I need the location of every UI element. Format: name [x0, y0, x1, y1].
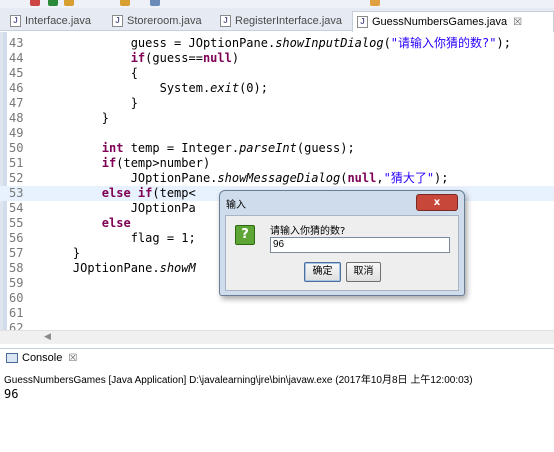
line-number: 57 [9, 246, 24, 260]
toolbar-icon[interactable] [120, 0, 130, 6]
console-output[interactable]: 96 [4, 387, 18, 401]
toolbar-icon[interactable] [48, 0, 58, 6]
console-tab-label: Console [22, 352, 63, 364]
code-line: 61 [0, 306, 554, 321]
input-dialog: 输入 x ? 请输入你猜的数? 96 确定 取消 [219, 190, 465, 296]
java-file-icon: J [112, 15, 123, 27]
code-line: 44 if(guess==null) [9, 51, 240, 65]
line-number: 47 [9, 96, 24, 110]
line-number: 48 [9, 111, 24, 125]
toolbar-icon[interactable] [30, 0, 40, 6]
line-number: 55 [9, 216, 24, 230]
line-number: 61 [9, 306, 24, 320]
console-status: GuessNumbersGames [Java Application] D:\… [4, 375, 473, 386]
toolbar [0, 0, 554, 8]
question-icon: ? [235, 225, 255, 245]
cancel-button[interactable]: 取消 [346, 262, 381, 282]
dialog-title: 输入 [226, 200, 246, 211]
console-icon [6, 353, 18, 363]
toolbar-icon[interactable] [370, 0, 380, 6]
line-number: 54 [9, 201, 24, 215]
line-number: 43 [9, 36, 24, 50]
line-number: 56 [9, 231, 24, 245]
dialog-input-field[interactable]: 96 [270, 237, 450, 253]
code-line: 62 [0, 321, 554, 330]
close-tab-icon[interactable]: ☒ [68, 353, 77, 364]
code-line: 50 int temp = Integer.parseInt(guess); [9, 141, 355, 155]
dialog-body: ? 请输入你猜的数? 96 确定 取消 [225, 215, 459, 291]
tab-storeroom-java[interactable]: J Storeroom.java [108, 11, 202, 31]
ok-button[interactable]: 确定 [304, 262, 341, 282]
horizontal-scrollbar[interactable]: ◀ [0, 330, 554, 344]
line-number: 49 [9, 126, 24, 140]
code-line: 49 [0, 126, 554, 141]
java-file-icon: J [357, 16, 368, 28]
code-line: 46 System.exit(0); [9, 81, 268, 95]
tab-label: Interface.java [25, 15, 92, 27]
line-number: 62 [9, 321, 24, 330]
tab-console[interactable]: Console ☒ [6, 352, 77, 364]
line-number: 60 [9, 291, 24, 305]
editor-tab-bar: J Interface.java J Storeroom.java J Regi… [0, 8, 554, 32]
code-line: 43 guess = JOptionPane.showInputDialog("… [9, 36, 511, 50]
code-line: 52 JOptionPane.showMessageDialog(null,"猜… [9, 171, 449, 185]
dialog-prompt: 请输入你猜的数? [270, 226, 346, 237]
code-line: 45 { [9, 66, 138, 80]
close-tab-icon[interactable]: ☒ [513, 17, 522, 28]
code-line: 51 if(temp>number) [9, 156, 211, 170]
line-number: 59 [9, 276, 24, 290]
scroll-left-icon[interactable]: ◀ [44, 332, 51, 342]
line-number: 58 [9, 261, 24, 275]
line-number: 52 [9, 171, 24, 185]
tab-interface-java[interactable]: J Interface.java [6, 11, 91, 31]
tab-registerinterface-java[interactable]: J RegisterInterface.java [216, 11, 342, 31]
line-number: 44 [9, 51, 24, 65]
console-tab-bar: Console ☒ [0, 348, 554, 368]
line-number: 50 [9, 141, 24, 155]
tab-label: Storeroom.java [127, 15, 202, 27]
tab-guessnumbersgames-java[interactable]: J GuessNumbersGames.java ☒ [352, 11, 554, 32]
code-line: 47 } [9, 96, 138, 110]
line-number: 46 [9, 81, 24, 95]
line-number: 51 [9, 156, 24, 170]
code-line: 48 } [9, 111, 110, 125]
tab-label: RegisterInterface.java [235, 15, 342, 27]
tab-label: GuessNumbersGames.java [372, 16, 508, 28]
line-number: 53 [9, 186, 24, 200]
dialog-close-button[interactable]: x [416, 194, 458, 211]
toolbar-icon[interactable] [150, 0, 160, 6]
toolbar-icon[interactable] [64, 0, 74, 6]
line-number: 45 [9, 66, 24, 80]
java-file-icon: J [10, 15, 21, 27]
java-file-icon: J [220, 15, 231, 27]
